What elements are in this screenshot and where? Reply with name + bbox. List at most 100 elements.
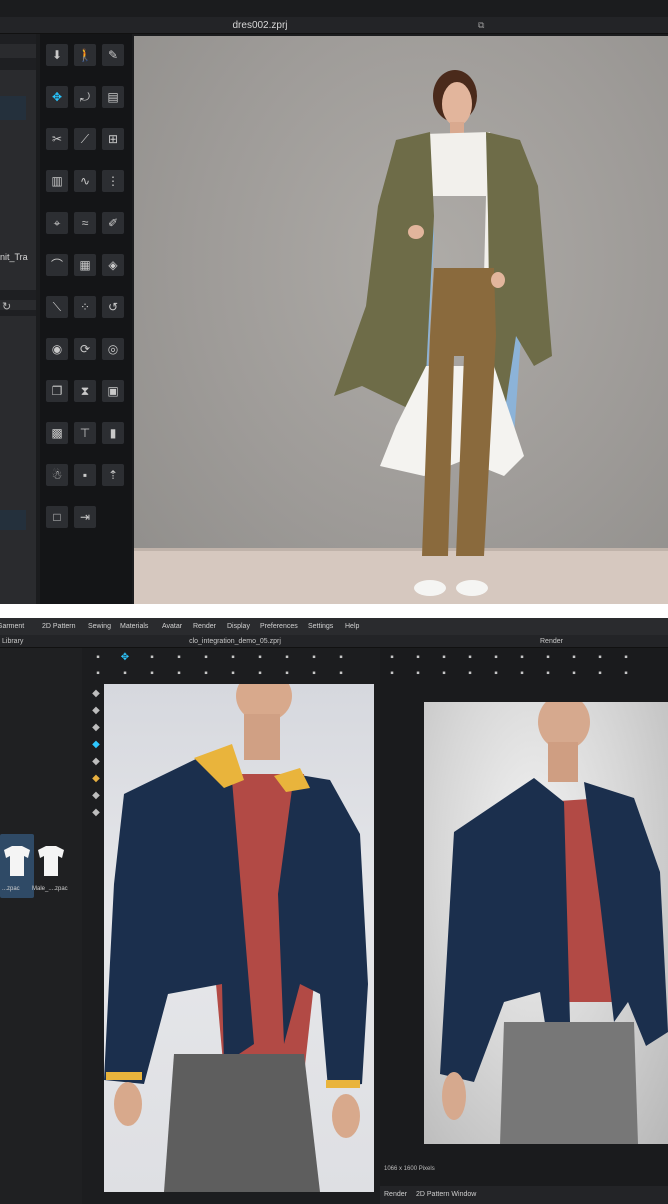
edit-icon[interactable]: ✐	[102, 212, 124, 234]
viewport-tab-title[interactable]: clo_integration_demo_05.zprj	[160, 635, 310, 648]
vp-tool-icon[interactable]: ▪	[254, 652, 266, 664]
curve-icon[interactable]: ≈	[74, 212, 96, 234]
shrink-icon[interactable]: ⇥	[74, 506, 96, 528]
side-tool-icon[interactable]: ◆	[90, 722, 102, 734]
vp-tool-icon[interactable]: ▪	[200, 652, 212, 664]
render-tool-icon[interactable]: ▪	[386, 652, 398, 664]
vp-tool-icon[interactable]: ▪	[173, 668, 185, 680]
garment-icon[interactable]: ⊞	[102, 128, 124, 150]
render-tool-icon[interactable]: ▪	[490, 668, 502, 680]
menu-item-garment[interactable]: Garment	[0, 618, 24, 635]
side-tool-icon[interactable]: ◆	[90, 807, 102, 819]
fold-line-icon[interactable]: ⟋	[74, 128, 96, 150]
render-tool-icon[interactable]: ▪	[516, 652, 528, 664]
menu-item-settings[interactable]: Settings	[308, 618, 333, 635]
fold-icon[interactable]: ⤾	[74, 86, 96, 108]
side-tool-icon[interactable]: ◆	[90, 790, 102, 802]
render-tool-icon[interactable]: ▪	[620, 668, 632, 680]
menu-item-materials[interactable]: Materials	[120, 618, 148, 635]
swirl-icon[interactable]: ↺	[102, 296, 124, 318]
grid-icon[interactable]: ⋮	[102, 170, 124, 192]
person-arrow-icon[interactable]: ⇡	[102, 464, 124, 486]
buttonhole-icon[interactable]: ◎	[102, 338, 124, 360]
side-tool-icon[interactable]: ◆	[90, 705, 102, 717]
vp-tool-icon[interactable]: ▪	[173, 652, 185, 664]
tape-icon[interactable]: ▤	[102, 86, 124, 108]
pen-icon[interactable]: ✎	[102, 44, 124, 66]
render-tool-icon[interactable]: ▪	[568, 652, 580, 664]
render-tool-icon[interactable]: ▪	[594, 668, 606, 680]
rotate-icon[interactable]: ⟳	[74, 338, 96, 360]
popout-icon[interactable]: ⧉	[478, 20, 484, 31]
render-tool-icon[interactable]: ▪	[490, 652, 502, 664]
shirt2-icon[interactable]: ▣	[102, 380, 124, 402]
vp-tool-icon[interactable]: ▪	[281, 668, 293, 680]
zipper-icon[interactable]: ⧗	[74, 380, 96, 402]
vp-tool-icon[interactable]: ▪	[227, 652, 239, 664]
vp-tool-icon[interactable]: ▪	[254, 668, 266, 680]
vp-tool-icon[interactable]: ▪	[92, 652, 104, 664]
sew-icon[interactable]: ∿	[74, 170, 96, 192]
tee-icon[interactable]: ⊤	[74, 422, 96, 444]
tab-render[interactable]: Render	[384, 1186, 407, 1204]
scissor-icon[interactable]: ✂	[46, 128, 68, 150]
menu-item-avatar[interactable]: Avatar	[162, 618, 182, 635]
vp-tool-icon[interactable]: ▪	[200, 668, 212, 680]
menu-item-preferences[interactable]: Preferences	[260, 618, 298, 635]
vp-tool-icon[interactable]: ▪	[227, 668, 239, 680]
render-tool-icon[interactable]: ▪	[386, 668, 398, 680]
render-tool-icon[interactable]: ▪	[516, 668, 528, 680]
move-icon[interactable]: ✥	[46, 86, 68, 108]
render-tool-icon[interactable]: ▪	[412, 652, 424, 664]
vp-tool-icon[interactable]: ▪	[281, 652, 293, 664]
box-icon[interactable]: □	[46, 506, 68, 528]
vp-tool-icon[interactable]: ▪	[335, 652, 347, 664]
vp-tool-icon[interactable]: ▪	[92, 668, 104, 680]
shirt3-icon[interactable]: ▩	[46, 422, 68, 444]
needle-icon[interactable]: ⟍	[46, 296, 68, 318]
vp-tool-icon[interactable]: ▪	[308, 652, 320, 664]
render-tool-icon[interactable]: ▪	[464, 652, 476, 664]
3d-garment-viewport[interactable]	[104, 684, 374, 1192]
hanger-icon[interactable]: ⌒	[46, 254, 68, 276]
vp-tool-icon[interactable]: ▪	[335, 668, 347, 680]
side-tool-icon[interactable]: ◆	[90, 688, 102, 700]
side-tool-icon[interactable]: ◆	[90, 756, 102, 768]
3d-viewport[interactable]	[134, 36, 668, 604]
vp-tool-icon[interactable]: ▪	[146, 652, 158, 664]
vp-tool-icon[interactable]: ✥	[119, 652, 131, 664]
render-tool-icon[interactable]: ▪	[568, 668, 580, 680]
menu-item-render[interactable]: Render	[193, 618, 216, 635]
tape2-icon[interactable]: ▮	[102, 422, 124, 444]
menu-item-display[interactable]: Display	[227, 618, 250, 635]
side-tool-icon[interactable]: ◆	[90, 739, 102, 751]
side-tool-icon[interactable]: ◆	[90, 773, 102, 785]
walk-icon[interactable]: 🚶	[74, 44, 96, 66]
render-tool-icon[interactable]: ▪	[412, 668, 424, 680]
menu-item-sewing[interactable]: Sewing	[88, 618, 111, 635]
avatar-icon[interactable]: ☃	[46, 464, 68, 486]
vp-tool-icon[interactable]: ▪	[119, 668, 131, 680]
render-tool-icon[interactable]: ▪	[438, 652, 450, 664]
pattern-icon[interactable]: ◈	[102, 254, 124, 276]
copy-icon[interactable]: ❐	[46, 380, 68, 402]
render-preview[interactable]	[424, 702, 668, 1144]
fabric-icon[interactable]: ▦	[74, 254, 96, 276]
cube-icon[interactable]: ▪	[74, 464, 96, 486]
selected-row[interactable]	[0, 96, 26, 120]
render-tool-icon[interactable]: ▪	[620, 652, 632, 664]
render-tool-icon[interactable]: ▪	[542, 668, 554, 680]
menu-item-2d-pattern[interactable]: 2D Pattern	[42, 618, 75, 635]
render-tool-icon[interactable]: ▪	[542, 652, 554, 664]
render-tool-icon[interactable]: ▪	[594, 652, 606, 664]
vp-tool-icon[interactable]: ▪	[146, 668, 158, 680]
render-tool-icon[interactable]: ▪	[464, 668, 476, 680]
arrow-down-icon[interactable]: ⬇	[46, 44, 68, 66]
vp-tool-icon[interactable]: ▪	[308, 668, 320, 680]
dots-icon[interactable]: ⁘	[74, 296, 96, 318]
tab-2d-pattern-window[interactable]: 2D Pattern Window	[416, 1186, 476, 1204]
pin-icon[interactable]: ⌖	[46, 212, 68, 234]
render-tool-icon[interactable]: ▪	[438, 668, 450, 680]
menu-item-help[interactable]: Help	[345, 618, 359, 635]
button-icon[interactable]: ◉	[46, 338, 68, 360]
